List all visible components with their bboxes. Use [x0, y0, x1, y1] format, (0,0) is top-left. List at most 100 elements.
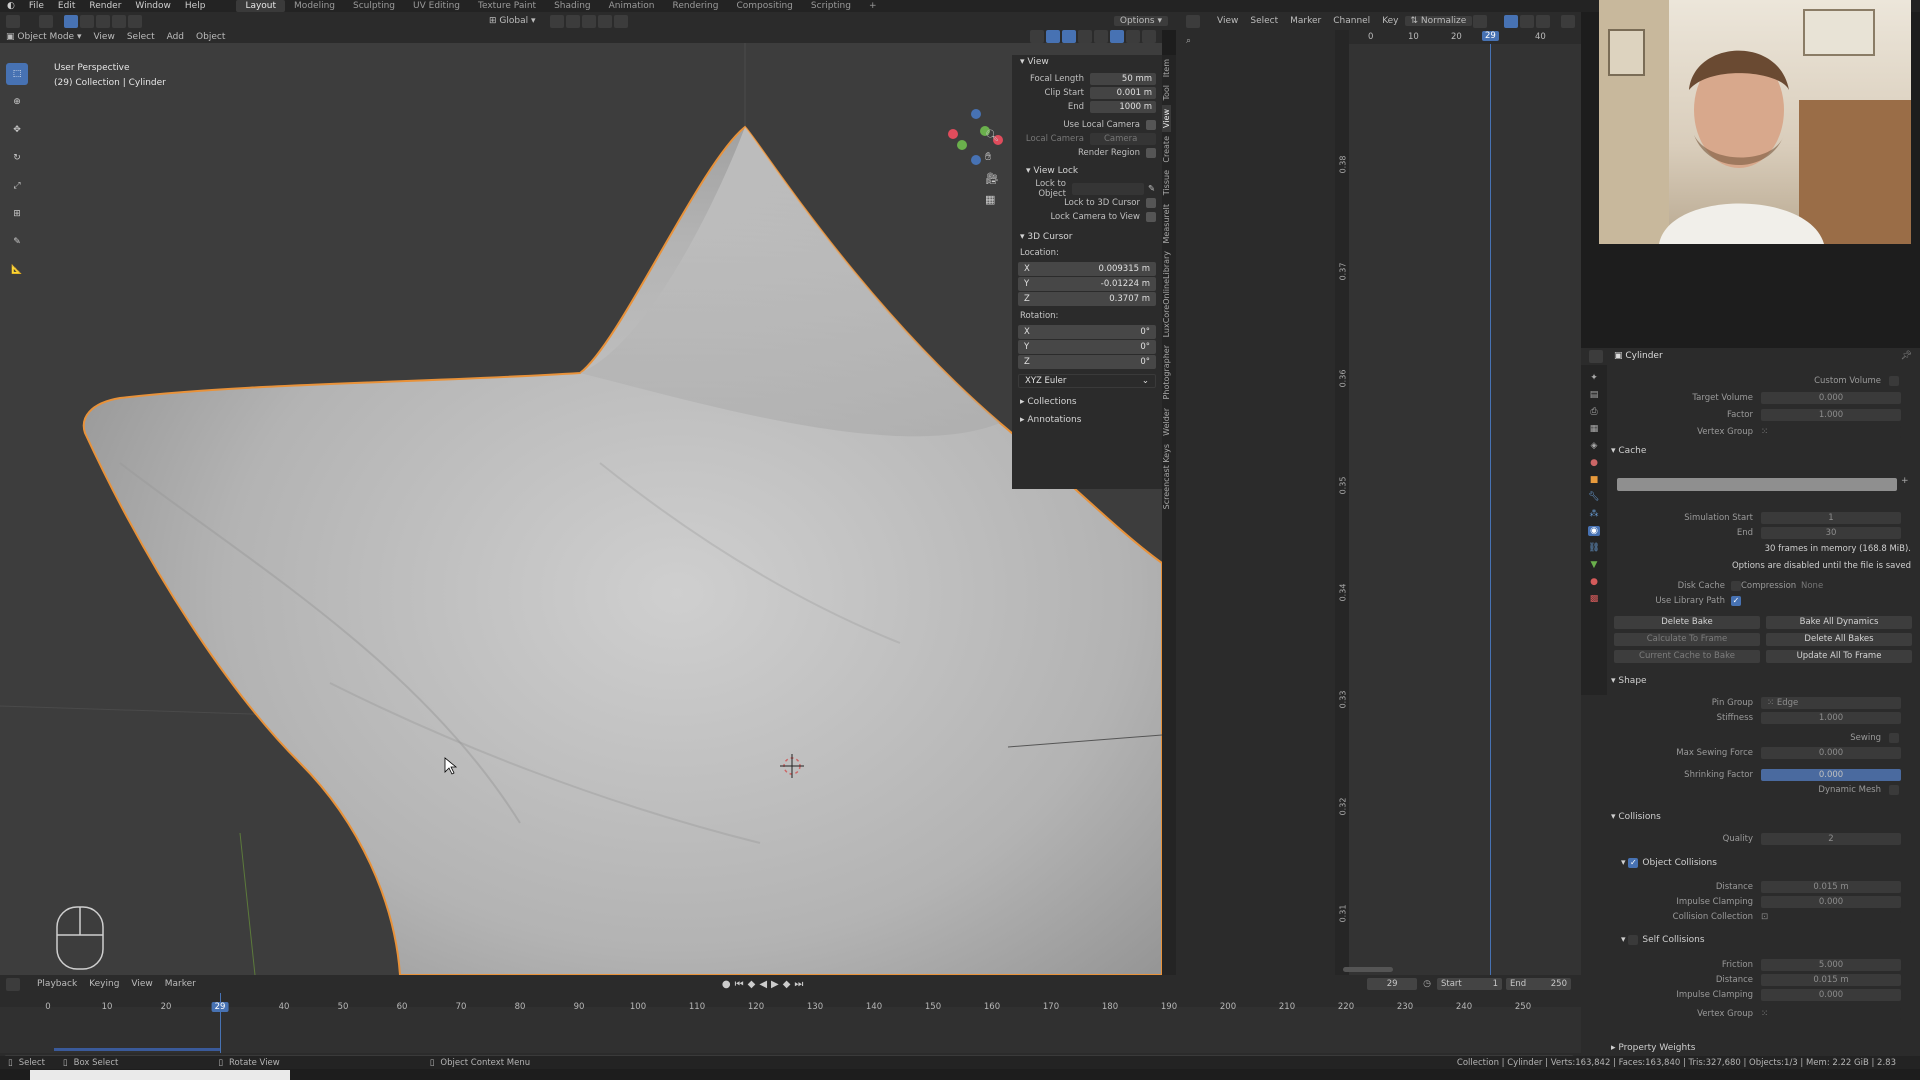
start-frame-field[interactable]: Start 1 — [1437, 978, 1502, 990]
menu-window[interactable]: Window — [128, 0, 178, 12]
calculate-to-frame-button[interactable]: Calculate To Frame — [1614, 633, 1760, 646]
graph-scrollbar[interactable] — [1343, 967, 1393, 972]
move-tool-icon[interactable]: ✥ — [6, 119, 28, 141]
pin-group-field[interactable]: ⁙ Edge — [1761, 696, 1901, 709]
distance-field[interactable]: 0.015 m — [1761, 880, 1901, 893]
graph-editor-type-icon[interactable] — [1186, 14, 1200, 28]
clip-start-field[interactable]: 0.001 m — [1090, 87, 1156, 99]
tab-measureit[interactable]: MeasureIt — [1162, 200, 1171, 248]
self-impulse-field[interactable]: 0.000 — [1761, 988, 1901, 1001]
wireframe-shading-icon[interactable] — [1094, 30, 1108, 43]
search-icon[interactable]: ⌕ — [1186, 36, 1191, 46]
filter-icon[interactable] — [1561, 14, 1576, 28]
channel-list[interactable]: ⌕ — [1176, 30, 1335, 975]
tab-item[interactable]: Item — [1162, 55, 1171, 81]
show-hidden-icon[interactable] — [1520, 14, 1535, 28]
camera-view-icon[interactable]: 🎥︎ — [985, 172, 999, 185]
select-invert-icon[interactable] — [112, 14, 126, 28]
tab-photographer[interactable]: Photographer — [1162, 341, 1171, 403]
self-vertex-group-field[interactable]: ⁙ — [1761, 1007, 1901, 1020]
viewport-menu-add[interactable]: Add — [161, 32, 190, 42]
snap-target-icon[interactable] — [581, 14, 596, 28]
physics-tab-icon[interactable]: ◉ — [1588, 526, 1600, 536]
tab-tissue[interactable]: Tissue — [1162, 166, 1171, 199]
self-collisions-header[interactable]: ▾ Self Collisions — [1621, 932, 1920, 948]
graph-area[interactable] — [1349, 30, 1581, 975]
zoom-icon[interactable]: 🔍︎ — [985, 129, 999, 142]
proportional-edit-icon[interactable] — [597, 14, 612, 28]
compression-dropdown[interactable]: None — [1801, 581, 1823, 591]
rendered-shading-icon[interactable] — [1142, 30, 1156, 43]
custom-volume-checkbox[interactable] — [1889, 375, 1899, 386]
graph-menu-key[interactable]: Key — [1376, 16, 1404, 26]
graph-frame-ruler[interactable] — [1349, 30, 1581, 44]
ortho-grid-icon[interactable]: ▦ — [985, 193, 999, 206]
graph-current-frame[interactable]: 29 — [1482, 31, 1499, 41]
lock-camera-checkbox[interactable] — [1146, 212, 1156, 222]
transform-orientation-dropdown[interactable]: ⊞ Global ▾ — [483, 16, 542, 26]
quality-field[interactable]: 2 — [1761, 832, 1901, 845]
select-tool-icon[interactable]: ⬚ — [6, 63, 28, 85]
view-panel-header[interactable]: ▾ View — [1012, 55, 1162, 69]
tab-luxcore-library[interactable]: LuxCoreOnlineLibrary — [1162, 247, 1171, 341]
falloff-icon[interactable] — [613, 14, 628, 28]
object-tab-icon[interactable]: ■ — [1590, 475, 1599, 485]
simulation-end-field[interactable]: 30 — [1761, 526, 1901, 539]
timeline-menu-marker[interactable]: Marker — [159, 979, 202, 989]
update-all-to-frame-button[interactable]: Update All To Frame — [1766, 650, 1912, 663]
snap-icon[interactable] — [565, 14, 580, 28]
editor-type-icon[interactable] — [6, 14, 20, 28]
blender-logo-icon[interactable]: ◐ — [0, 0, 22, 12]
max-sewing-field[interactable]: 0.000 — [1761, 746, 1901, 759]
scale-tool-icon[interactable]: ⤢ — [6, 175, 28, 197]
texture-tab-icon[interactable]: ▩ — [1590, 594, 1599, 604]
only-selected-icon[interactable] — [1504, 14, 1519, 28]
select-subtract-icon[interactable] — [96, 14, 110, 28]
local-camera-field[interactable]: Camera — [1090, 133, 1156, 145]
tab-animation[interactable]: Animation — [600, 0, 664, 12]
world-tab-icon[interactable]: ● — [1590, 458, 1598, 468]
friction-field[interactable]: 5.000 — [1761, 958, 1901, 971]
tab-tool[interactable]: Tool — [1162, 81, 1171, 105]
menu-file[interactable]: File — [22, 0, 51, 12]
record-icon[interactable]: ● — [722, 979, 735, 990]
render-region-checkbox[interactable] — [1146, 148, 1156, 158]
cache-header[interactable]: ▾ Cache — [1611, 443, 1920, 459]
shape-header[interactable]: ▾ Shape — [1611, 673, 1920, 689]
tab-texture-paint[interactable]: Texture Paint — [469, 0, 545, 12]
graph-menu-select[interactable]: Select — [1244, 16, 1284, 26]
clip-end-field[interactable]: 1000 m — [1090, 101, 1156, 113]
object-collisions-header[interactable]: ▾ ✓ Object Collisions — [1621, 855, 1920, 871]
timeline-menu-view[interactable]: View — [125, 979, 158, 989]
timeline-menu-keying[interactable]: Keying — [83, 979, 125, 989]
graph-editor[interactable]: ⌕ 0 10 20 29 40 0.38 0.37 0.36 0.35 0.34… — [1176, 30, 1581, 975]
scene-tab-icon[interactable]: ◈ — [1591, 441, 1598, 451]
graph-menu-view[interactable]: View — [1211, 16, 1244, 26]
target-volume-field[interactable]: 0.000 — [1761, 391, 1901, 404]
data-tab-icon[interactable]: ▼ — [1591, 560, 1598, 570]
cursor-location-y[interactable]: Y -0.01224 m — [1018, 277, 1156, 291]
cursor-rotation-z[interactable]: Z 0° — [1018, 355, 1156, 369]
lock-to-object-field[interactable] — [1072, 183, 1144, 195]
end-frame-field[interactable]: End 250 — [1506, 978, 1571, 990]
constraints-tab-icon[interactable]: ⛓︎ — [1588, 543, 1599, 553]
tab-modeling[interactable]: Modeling — [285, 0, 344, 12]
object-collisions-checkbox[interactable]: ✓ — [1628, 858, 1639, 868]
rotation-mode-dropdown[interactable]: XYZ Euler ⌄ — [1018, 374, 1156, 388]
tab-uv-editing[interactable]: UV Editing — [404, 0, 469, 12]
play-icon[interactable]: ▶ — [771, 979, 783, 990]
cursor-tool-icon[interactable]: ⊕ — [6, 91, 28, 113]
use-local-camera-checkbox[interactable] — [1146, 120, 1156, 130]
3d-cursor-header[interactable]: ▾ 3D Cursor — [1012, 230, 1162, 244]
select-mode-icon[interactable] — [39, 14, 53, 28]
tab-compositing[interactable]: Compositing — [727, 0, 801, 12]
properties-editor-type-icon[interactable] — [1589, 349, 1603, 363]
delete-bake-button[interactable]: Delete Bake — [1614, 616, 1760, 629]
gizmo-icon[interactable] — [1046, 30, 1060, 43]
view-layer-tab-icon[interactable]: ▦ — [1590, 424, 1599, 434]
clock-icon[interactable]: ◷ — [1423, 979, 1431, 989]
jump-start-icon[interactable]: ⏮ — [735, 979, 748, 990]
simulation-start-field[interactable]: 1 — [1761, 511, 1901, 524]
tab-rendering[interactable]: Rendering — [664, 0, 728, 12]
timeline-menu-playback[interactable]: Playback — [31, 979, 83, 989]
